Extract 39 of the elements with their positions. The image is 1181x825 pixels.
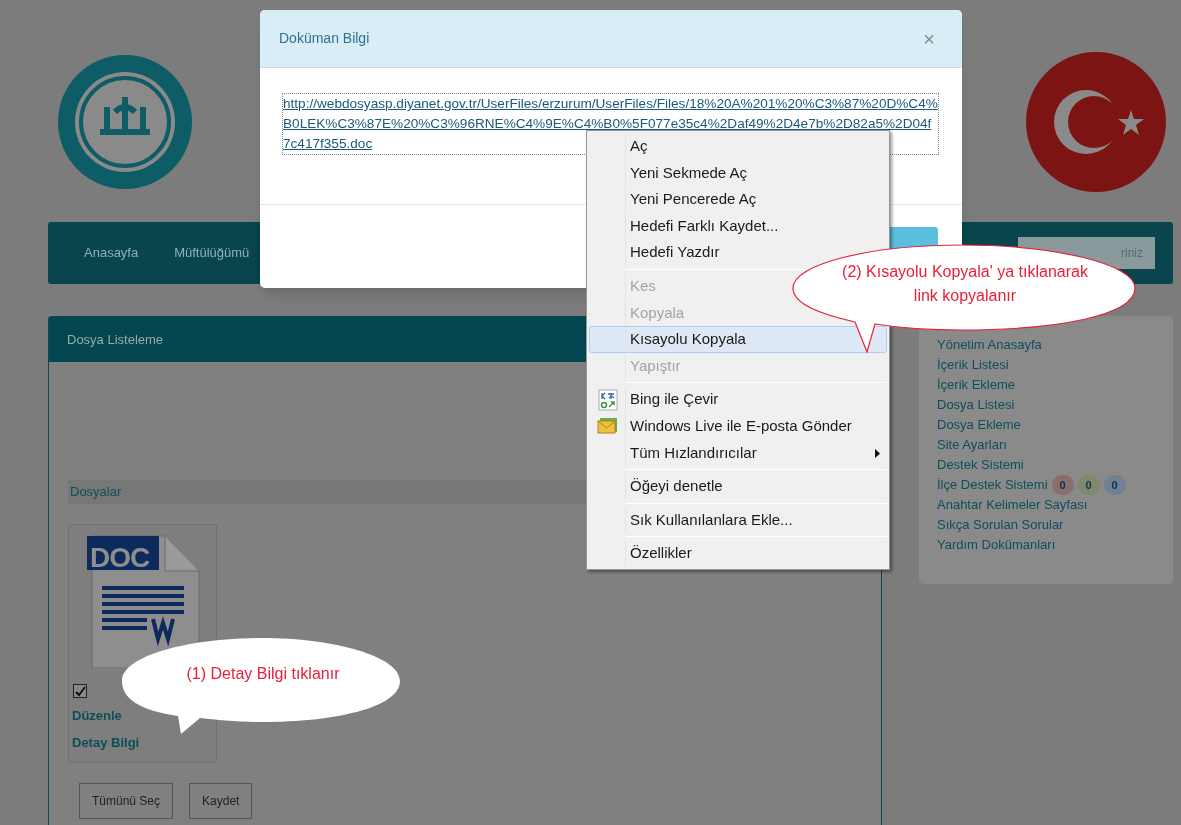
menu-item[interactable]: Hedefi Farklı Kaydet... <box>589 212 887 240</box>
count-badge: 0 <box>1103 475 1126 495</box>
menu-item[interactable]: Yeni Pencerede Aç <box>589 186 887 213</box>
sidebar-link[interactable]: İlçe Destek Sistemi <box>937 475 1048 495</box>
modal-title: Doküman Bilgi <box>279 29 370 48</box>
menu-item[interactable]: Bing ile Çevir <box>589 386 887 413</box>
menu-item[interactable]: Aç <box>589 133 887 160</box>
submenu-arrow-icon <box>875 448 880 458</box>
menu-item[interactable]: Özellikler <box>589 540 887 567</box>
callout-text: (1) Detay Bilgi tıklanır <box>186 665 340 682</box>
count-badge: 0 <box>1077 475 1100 495</box>
nav-link[interactable]: Müftülüğümü <box>174 243 250 263</box>
menu-item[interactable]: Sık Kullanılanlara Ekle... <box>589 506 887 534</box>
form-button[interactable]: Tümünü Seç <box>79 783 174 819</box>
count-badge: 0 <box>1051 475 1074 495</box>
sidebar-link[interactable]: Yönetim Anasayfa <box>937 335 1042 355</box>
sidebar-link[interactable]: Anahtar Kelimeler Sayfası <box>937 495 1088 515</box>
sidebar-link[interactable]: Dosya Listesi <box>937 395 1015 415</box>
form-button[interactable]: Kaydet <box>189 783 253 819</box>
sidebar-link[interactable]: Site Ayarları <box>937 435 1007 455</box>
sidebar-link[interactable]: Dosya Ekleme <box>937 415 1021 435</box>
file-action-link[interactable]: Detay Bilgi <box>72 732 213 752</box>
menu-item[interactable]: Tüm Hızlandırıcılar <box>589 439 887 467</box>
section-title: Dosyalar <box>70 483 122 502</box>
checkbox[interactable] <box>73 684 87 698</box>
nav-link[interactable]: Anasayfa <box>84 243 139 263</box>
translate-icon <box>597 388 618 411</box>
sidebar-link[interactable]: İçerik Listesi <box>937 355 1009 375</box>
sidebar-link[interactable]: Sıkça Sorulan Sorular <box>937 515 1064 535</box>
close-button[interactable]: × <box>923 23 935 54</box>
sidebar-link[interactable]: İçerik Ekleme <box>937 375 1016 395</box>
menu-item[interactable]: Öğeyi denetle <box>589 473 887 500</box>
menu-item[interactable]: Yeni Sekmede Aç <box>589 159 887 187</box>
sidebar-link[interactable]: Yardım Dokümanları <box>937 535 1056 555</box>
panel-title: Dosya Listeleme <box>67 330 164 349</box>
mail-icon <box>596 416 619 437</box>
menu-item[interactable]: Windows Live ile E-posta Gönder <box>589 412 887 440</box>
sidebar-link[interactable]: Destek Sistemi <box>937 455 1024 475</box>
menu-item[interactable]: Kısayolu Kopyala <box>589 326 887 353</box>
